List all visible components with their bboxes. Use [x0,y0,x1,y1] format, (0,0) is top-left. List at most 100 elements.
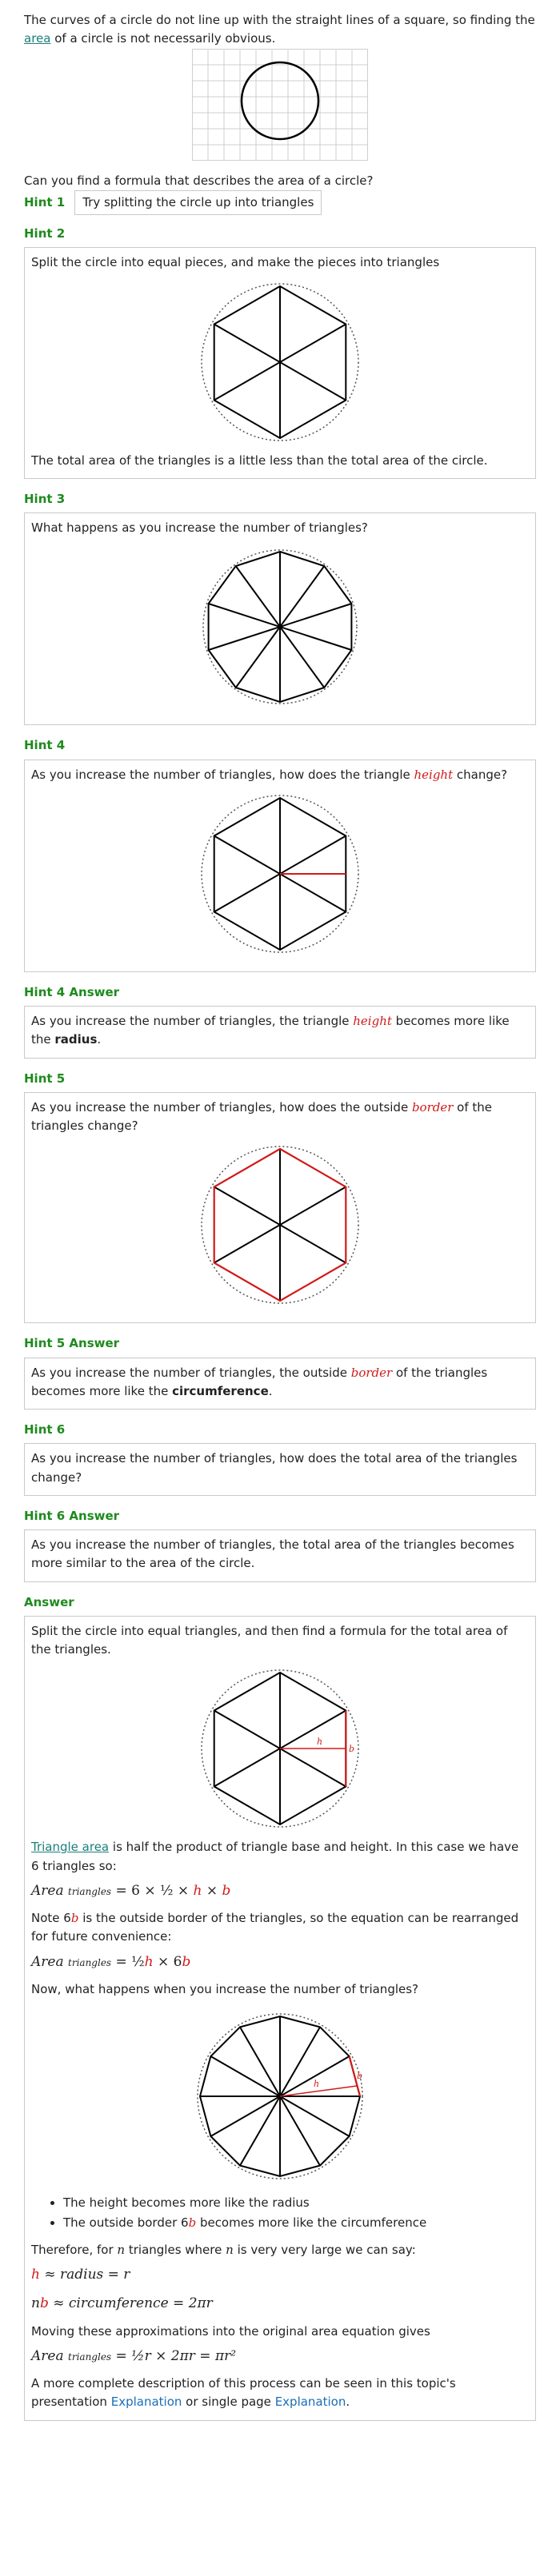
answer-box: Split the circle into equal triangles, a… [24,1615,536,2421]
bullet2-b: b [188,2215,197,2231]
answer-label: Answer [24,1594,74,1609]
fig2-b-label: b [357,2071,362,2081]
hint-1-label: Hint 1 [24,194,66,209]
hint-4-label: Hint 4 [24,738,66,753]
circumference-term: circumference [172,1383,269,1398]
height-term: height [353,1014,392,1028]
hint-5-answer-after: . [268,1383,273,1398]
therefore-before: Therefore, for [31,2242,118,2257]
hint-4: Hint 4 As you increase the number of tri… [24,736,536,972]
f5-rhs: = ½r × 2πr = πr² [111,2347,237,2364]
hint-6: Hint 6 As you increase the number of tri… [24,1421,536,1496]
question-text: Can you find a formula that describes th… [24,173,374,188]
hint-5: Hint 5 As you increase the number of tri… [24,1070,536,1324]
single-page-explanation-link[interactable]: Explanation [275,2395,346,2409]
hint-6-answer-box: As you increase the number of triangles,… [24,1529,536,1582]
intro-text: The curves of a circle do not line up wi… [24,11,536,49]
intro-text-before: The curves of a circle do not line up wi… [24,13,535,27]
f2-b: b [182,1953,191,1970]
f3-h: h [31,2266,40,2283]
hint-5-answer-before: As you increase the number of triangles,… [31,1365,351,1380]
therefore-after: triangles where [125,2242,226,2257]
hint-5-answer-text: As you increase the number of triangles,… [31,1364,529,1402]
hint-5-answer: Hint 5 Answer As you increase the number… [24,1334,536,1410]
hint-4-box: As you increase the number of triangles,… [24,759,536,972]
hint-4-answer-before: As you increase the number of triangles,… [31,1014,354,1028]
f2-times: × 6 [153,1953,182,1970]
dodecagon-height-base-figure: h b [197,2013,363,2179]
observation-height: The height becomes more like the radius [63,2194,529,2212]
hexagon-triangles-figure [201,282,359,441]
bullet2-before: The outside border 6 [63,2215,189,2231]
hint-1: Hint 1 Try splitting the circle up into … [24,189,536,215]
f1-b: b [222,1882,231,1899]
f2-sub: triangles [68,1956,112,1968]
intro-text-after: of a circle is not necessarily obvious. [50,31,276,46]
f2-h: h [144,1953,154,1970]
f5-sub: triangles [68,2351,112,2363]
hexagon-height-figure [201,795,359,953]
hint-5-answer-box: As you increase the number of triangles,… [24,1357,536,1410]
hint-2: Hint 2 Split the circle into equal piece… [24,225,536,479]
triangle-area-text: Triangle area is half the product of tri… [31,1838,529,1876]
f4-b: b [39,2295,49,2312]
hint-4-answer-text: As you increase the number of triangles,… [31,1012,529,1050]
therefore-text: Therefore, for n triangles where n is ve… [31,2241,529,2259]
hint-6-box: As you increase the number of triangles,… [24,1443,536,1496]
formula-area-rearranged: Area triangles = ½h × 6b [31,1952,529,1972]
hint-4-text-before: As you increase the number of triangles,… [31,767,414,782]
hexagon-border-figure [201,1146,359,1304]
fig-b-label: b [349,1744,354,1754]
formula-area-6-triangles: Area triangles = 6 × ½ × h × b [31,1880,529,1901]
triangle-area-link[interactable]: Triangle area [31,1840,109,1854]
note-after: is the outside border of the triangles, … [31,1911,519,1944]
border-term: border [411,1099,454,1115]
presentation-explanation-link[interactable]: Explanation [111,2395,182,2409]
f1-times: × [202,1882,222,1899]
f1-h: h [193,1882,202,1899]
hint-1-text: Try splitting the circle up into triangl… [74,189,322,215]
f1-rhs: = 6 × ½ × [111,1882,194,1899]
now-text: Now, what happens when you increase the … [31,1981,419,1996]
bullet2-after: becomes more like the circumference [196,2215,427,2231]
hint-3-label: Hint 3 [24,491,66,506]
f2-area: Area [31,1953,64,1970]
hint-5-text: As you increase the number of triangles,… [31,1099,529,1136]
more-text: A more complete description of this proc… [31,2375,529,2412]
page: The curves of a circle do not line up wi… [24,0,536,2421]
hexagon-height-base-figure: h b [201,1669,359,1828]
hint-4-answer-box: As you increase the number of triangles,… [24,1006,536,1059]
hint-2-text: Split the circle into equal pieces, and … [31,255,440,270]
hint-4-answer-after: . [97,1032,102,1047]
answer-intro: Split the circle into equal triangles, a… [31,1623,508,1657]
hint-2-box: Split the circle into equal pieces, and … [24,247,536,479]
note-text: Note 6b is the outside border of the tri… [31,1909,529,1947]
formula-height-radius: h ≈ radius = r [31,2264,529,2285]
more-end: . [346,2395,350,2410]
more-mid: or single page [182,2395,275,2410]
note-before: Note 6 [31,1911,71,1926]
height-term: height [414,767,454,782]
area-link[interactable]: area [24,31,50,46]
answer: Answer Split the circle into equal trian… [24,1593,536,2421]
note-b: b [70,1911,79,1926]
observations-list: The height becomes more like the radius … [31,2194,529,2233]
hint-5-label: Hint 5 [24,1071,66,1086]
hint-6-answer: Hint 6 Answer As you increase the number… [24,1507,536,1582]
f5-area: Area [31,2347,64,2364]
formula-border-circumference: nb ≈ circumference = 2πr [31,2293,529,2314]
f3-rest: ≈ radius = r [39,2266,130,2283]
hint-3-box: What happens as you increase the number … [24,512,536,726]
hint-4-text: As you increase the number of triangles,… [31,766,529,784]
circle-on-grid-figure [192,48,368,161]
observation-border: The outside border 6b becomes more like … [63,2214,529,2232]
hint-4-answer: Hint 4 Answer As you increase the number… [24,983,536,1059]
f4-rest: ≈ circumference = 2πr [48,2295,213,2312]
hint-4-text-after: change? [453,767,508,782]
radius-term: radius [54,1032,98,1047]
hint-6-label: Hint 6 [24,1422,66,1437]
hint-5-answer-label: Hint 5 Answer [24,1336,120,1351]
hint-6-answer-label: Hint 6 Answer [24,1508,120,1523]
therefore-n: n [117,2242,126,2257]
hint-2-label: Hint 2 [24,226,66,241]
